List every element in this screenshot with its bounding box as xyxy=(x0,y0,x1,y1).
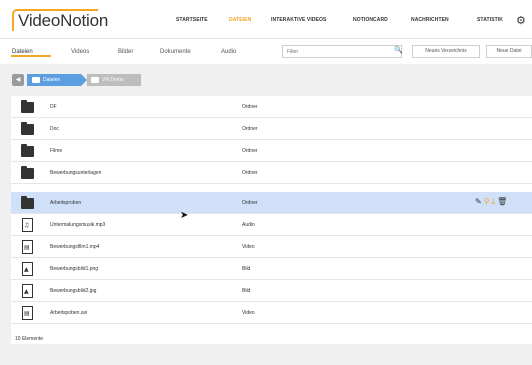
list-item-selected[interactable]: Arbeitsproben Ordner ✎ ⚲ ⤓ 🗑 xyxy=(11,192,532,214)
item-name: DF xyxy=(50,104,57,110)
folder-icon xyxy=(21,122,34,135)
item-name: Filme xyxy=(50,148,63,154)
search-icon[interactable]: ⚲ xyxy=(484,197,490,206)
search-icon[interactable]: 🔍 xyxy=(394,46,403,54)
item-type: Bild xyxy=(242,288,251,294)
video-file-icon: ▤ xyxy=(22,306,33,320)
item-name: Bewerbungsfilm1.mp4 xyxy=(50,244,100,250)
item-name: Bewerbungsunterlagen xyxy=(50,170,102,176)
item-type: Ordner xyxy=(242,148,258,154)
back-arrow-icon[interactable]: ◀ xyxy=(12,74,24,86)
folder-icon xyxy=(32,77,40,83)
nav-nachrichten[interactable]: NACHRICHTEN xyxy=(411,17,449,23)
item-type: Ordner xyxy=(242,200,258,206)
item-name: Bewerbungsbild2.jpg xyxy=(50,288,97,294)
tab-audio[interactable]: Audio xyxy=(221,49,236,55)
list-item[interactable]: DF Ordner xyxy=(11,96,532,118)
item-type: Ordner xyxy=(242,126,258,132)
tab-videos[interactable]: Videos xyxy=(71,49,89,55)
new-folder-button[interactable]: Neues Verzeichnis xyxy=(412,45,480,58)
filter-input[interactable] xyxy=(282,45,402,58)
list-item[interactable]: Filme Ordner xyxy=(11,140,532,162)
trash-icon[interactable]: 🗑 xyxy=(497,197,507,206)
item-type: Ordner xyxy=(242,170,258,176)
list-item[interactable]: ▤ Bewerbungsfilm1.mp4 Video xyxy=(11,236,532,258)
item-type: Bild xyxy=(242,266,251,272)
nav-dateien[interactable]: DATEIEN xyxy=(229,17,251,23)
item-count: 10 Elemente xyxy=(15,336,44,342)
breadcrumb-label: Dateien xyxy=(43,77,61,83)
file-list: DF Ordner Doc Ordner Filme Ordner Bewerb… xyxy=(11,96,532,344)
download-icon[interactable]: ⤓ xyxy=(492,197,496,206)
new-file-button[interactable]: Neue Datei xyxy=(486,45,532,58)
audio-file-icon: ♫ xyxy=(22,218,33,232)
list-item[interactable]: ▤ Arbeitspoben.avi Video xyxy=(11,302,532,324)
breadcrumb-item-vn-demo[interactable]: VN Demo xyxy=(87,74,141,86)
item-name: Arbeitsproben xyxy=(50,200,82,206)
gear-icon[interactable]: ⚙ xyxy=(516,14,526,27)
list-item[interactable]: Bewerbungsunterlagen Ordner xyxy=(11,162,532,184)
pencil-icon[interactable]: ✎ xyxy=(475,197,482,206)
mouse-cursor-icon: ➤ xyxy=(180,210,189,221)
video-file-icon: ▤ xyxy=(22,240,33,254)
tab-bilder[interactable]: Bilder xyxy=(118,49,133,55)
nav-notioncard[interactable]: NOTIONCARD xyxy=(353,17,388,23)
nav-interaktive-videos[interactable]: INTERAKTIVE VIDEOS xyxy=(271,17,326,23)
item-type: Ordner xyxy=(242,104,258,110)
active-tab-indicator xyxy=(11,55,51,57)
folder-icon xyxy=(21,166,34,179)
item-name: Untermalungsmusik.mp3 xyxy=(50,222,106,228)
list-item[interactable]: ▲ Bewerbungsbild1.png Bild xyxy=(11,258,532,280)
item-name: Arbeitspoben.avi xyxy=(50,310,88,316)
nav-startseite[interactable]: STARTSEITE xyxy=(176,17,208,23)
item-type: Video xyxy=(242,244,255,250)
list-item[interactable]: ♫ Untermalungsmusik.mp3 Audio xyxy=(11,214,532,236)
main-nav: STARTSEITE DATEIEN INTERAKTIVE VIDEOS NO… xyxy=(0,17,532,29)
row-actions: ✎ ⚲ ⤓ 🗑 xyxy=(475,197,509,207)
item-type: Audio xyxy=(242,222,255,228)
tab-dokumente[interactable]: Dokumente xyxy=(160,49,191,55)
breadcrumb-label: VN Demo xyxy=(102,77,124,83)
image-file-icon: ▲ xyxy=(22,262,33,276)
folder-icon xyxy=(21,100,34,113)
item-name: Doc xyxy=(50,126,59,132)
item-type: Video xyxy=(242,310,255,316)
list-item[interactable]: ▲ Bewerbungsbild2.jpg Bild xyxy=(11,280,532,302)
breadcrumb-item-dateien[interactable]: Dateien xyxy=(27,74,87,86)
folder-icon xyxy=(21,196,34,209)
app-header: VideoNotion STARTSEITE DATEIEN INTERAKTI… xyxy=(0,0,532,38)
image-file-icon: ▲ xyxy=(22,284,33,298)
list-item[interactable]: Doc Ordner xyxy=(11,118,532,140)
folder-icon xyxy=(21,144,34,157)
folder-icon xyxy=(91,77,99,83)
nav-statistik[interactable]: STATISTIK xyxy=(477,17,503,23)
item-name: Bewerbungsbild1.png xyxy=(50,266,99,272)
